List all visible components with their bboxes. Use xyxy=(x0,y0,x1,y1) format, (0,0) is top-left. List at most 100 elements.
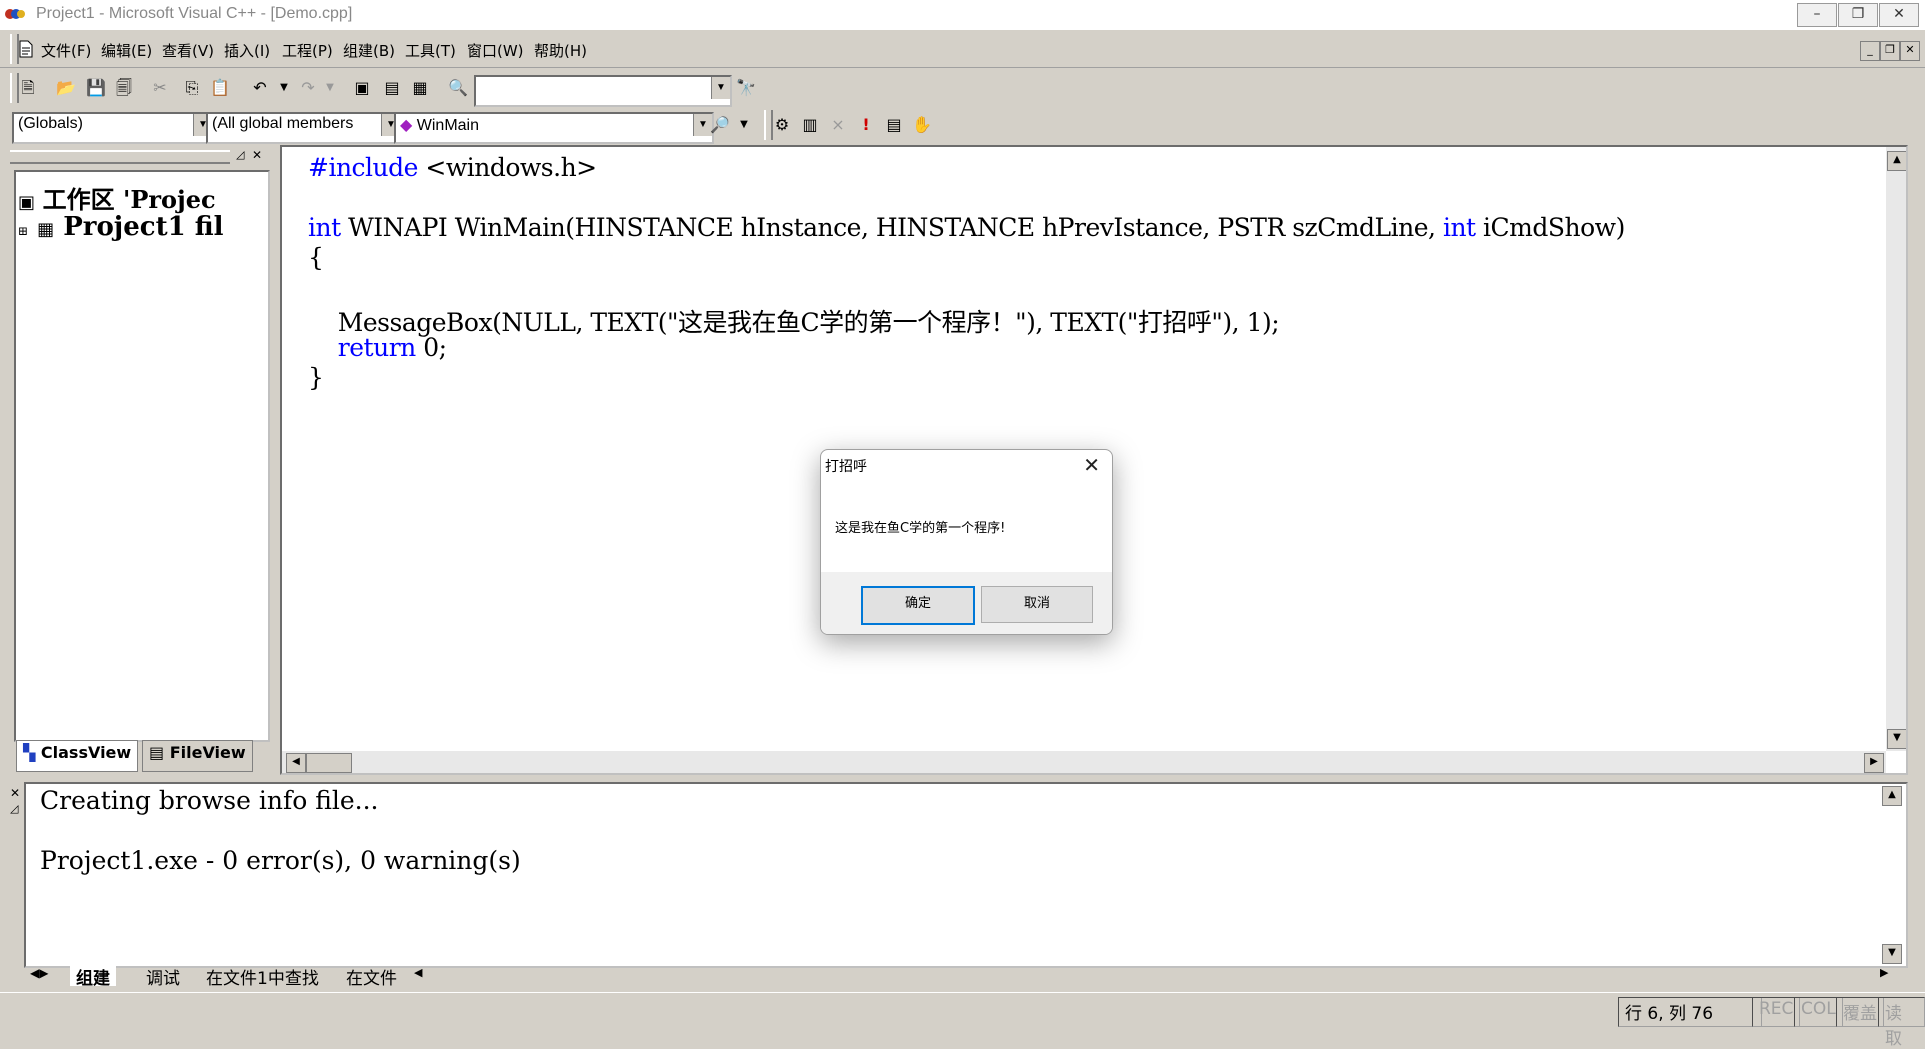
code-line[interactable]: MessageBox(NULL, TEXT("这是我在鱼C学的第一个程序！"),… xyxy=(308,303,1280,339)
menu-view[interactable]: 查看(V) xyxy=(162,40,214,61)
output-text-area[interactable]: Creating browse info file... Project1.ex… xyxy=(24,782,1908,968)
workspace-close-icon[interactable]: ✕ xyxy=(252,148,262,162)
window-title: Project1 - Microsoft Visual C++ - [Demo.… xyxy=(36,5,353,22)
output-hscroll-left-icon[interactable]: ◀ xyxy=(414,966,422,979)
menu-edit[interactable]: 编辑(E) xyxy=(101,40,152,61)
tab-fileview-label: FileView xyxy=(169,743,246,762)
menu-window[interactable]: 窗口(W) xyxy=(467,40,524,61)
output-window-icon[interactable]: ▤ xyxy=(380,77,404,99)
find-in-files-icon[interactable]: 🔍 xyxy=(446,77,470,99)
tree-root[interactable]: ▣ 工作区 'Projec xyxy=(18,180,216,215)
classview-icon: ▚ xyxy=(23,743,36,762)
wizard-bar: (Globals) ▼ (All global members ▼ ◆ WinM… xyxy=(0,107,1925,144)
code-line[interactable]: int WINAPI WinMain(HINSTANCE hInstance, … xyxy=(308,213,1625,242)
scroll-up-icon[interactable]: ▲ xyxy=(1887,151,1906,171)
code-text: #include <windows.h> xyxy=(308,153,597,182)
mdi-close-button[interactable]: ✕ xyxy=(1900,41,1920,61)
dialog-title: 打招呼 xyxy=(825,459,867,475)
workspace-icon: ▣ xyxy=(18,192,36,213)
find-combo-arrow-icon[interactable]: ▼ xyxy=(711,77,730,99)
undo-dropdown-icon[interactable]: ▼ xyxy=(272,77,296,99)
editor-vertical-scrollbar[interactable]: ▲ ▼ xyxy=(1886,147,1906,751)
code-line[interactable]: } xyxy=(308,363,324,392)
menu-tools[interactable]: 工具(T) xyxy=(405,40,456,61)
workspace-panel: ◿ ✕ ▣ 工作区 'Projec ⊞ ▦ Project1 fil ▚ Cla… xyxy=(10,148,270,772)
code-line[interactable]: { xyxy=(308,243,324,272)
paste-icon[interactable]: 📋 xyxy=(208,77,232,99)
tab-classview[interactable]: ▚ ClassView xyxy=(16,740,139,772)
binoculars-icon[interactable]: 🔭 xyxy=(734,77,758,99)
menu-insert[interactable]: 插入(I) xyxy=(224,40,270,61)
workspace-maximize-icon[interactable]: ◿ xyxy=(236,148,244,161)
tree-project-label: Project1 fil xyxy=(63,212,224,242)
close-window-button[interactable]: ✕ xyxy=(1879,3,1919,27)
function-combo[interactable]: ◆ WinMain ▼ xyxy=(394,112,714,144)
include-target: <windows.h> xyxy=(417,153,597,182)
menu-build[interactable]: 组建(B) xyxy=(343,40,395,61)
tab-scroll-left-icon[interactable]: ◀▶ xyxy=(30,966,48,980)
undo-icon[interactable]: ↶ xyxy=(248,77,272,99)
output-scroll-up-icon[interactable]: ▲ xyxy=(1882,786,1902,806)
menu-project[interactable]: 工程(P) xyxy=(282,40,333,61)
workspace-window-icon[interactable]: ▣ xyxy=(350,77,374,99)
compile-icon[interactable]: ⚙ xyxy=(770,114,794,136)
wizard-action-dropdown-icon[interactable]: ▼ xyxy=(732,114,756,136)
mdi-restore-button[interactable]: ❐ xyxy=(1880,41,1900,61)
output-line: Project1.exe - 0 error(s), 0 warning(s) xyxy=(40,846,521,875)
maximize-button[interactable]: ❐ xyxy=(1838,3,1878,27)
tab-fileview[interactable]: ▤ FileView xyxy=(142,740,253,772)
ok-button[interactable]: 确定 xyxy=(861,586,975,625)
output-maximize-icon[interactable]: ◿ xyxy=(10,802,18,815)
menu-help[interactable]: 帮助(H) xyxy=(534,40,587,61)
expand-icon[interactable]: ⊞ xyxy=(18,224,28,238)
tree-project[interactable]: ⊞ ▦ Project1 fil xyxy=(18,212,224,242)
menu-file[interactable]: 文件(F) xyxy=(41,40,91,61)
go-icon[interactable]: ▤ xyxy=(882,114,906,136)
visual-cpp-icon xyxy=(5,9,25,19)
window-list-icon[interactable]: ▦ xyxy=(408,77,432,99)
dialog-close-icon[interactable]: ✕ xyxy=(1083,453,1100,477)
redo-dropdown-icon[interactable]: ▼ xyxy=(318,77,342,99)
build-icon[interactable]: ▥ xyxy=(798,114,822,136)
tab-build[interactable]: 组建 xyxy=(70,964,116,989)
output-scroll-down-icon[interactable]: ▼ xyxy=(1882,944,1902,964)
execute-icon[interactable]: ! xyxy=(854,114,878,136)
find-combo[interactable]: ▼ xyxy=(474,75,732,107)
redo-icon[interactable]: ↷ xyxy=(296,77,320,99)
function-combo-value: WinMain xyxy=(416,117,479,134)
code-line[interactable]: return 0; xyxy=(308,333,447,362)
scroll-down-icon[interactable]: ▼ xyxy=(1887,729,1906,749)
scroll-left-icon[interactable]: ◀ xyxy=(286,753,306,773)
tab-find-in-files-2[interactable]: 在文件 xyxy=(340,964,403,989)
code-keyword: int xyxy=(1442,213,1476,242)
members-combo[interactable]: (All global members ▼ xyxy=(206,112,402,144)
editor-horizontal-scrollbar[interactable]: ◀ ▶ xyxy=(282,751,1886,773)
workspace-drag-bar[interactable] xyxy=(10,150,230,164)
tab-find-in-files-1[interactable]: 在文件1中查找 xyxy=(200,964,325,989)
code-text: 0; xyxy=(415,333,447,362)
cursor-position: 行 6, 列 76 xyxy=(1618,997,1762,1027)
tab-debug[interactable]: 调试 xyxy=(140,964,186,989)
mdi-minimize-button[interactable]: _ xyxy=(1860,41,1880,61)
save-all-icon[interactable]: 🗐 xyxy=(112,77,136,99)
output-hscroll-right-icon[interactable]: ▶ xyxy=(1880,966,1888,979)
code-keyword: int xyxy=(308,213,341,242)
code-line[interactable]: #include <windows.h> xyxy=(308,153,597,182)
output-close-icon[interactable]: ✕ xyxy=(10,786,20,800)
new-file-icon[interactable]: 🗎 xyxy=(16,77,40,99)
tab-classview-label: ClassView xyxy=(40,743,132,762)
scroll-thumb[interactable] xyxy=(306,753,352,773)
class-combo[interactable]: (Globals) ▼ xyxy=(12,112,214,144)
copy-icon[interactable]: ⎘ xyxy=(180,77,204,99)
save-icon[interactable]: 💾 xyxy=(84,77,108,99)
stop-build-icon[interactable]: ⨯ xyxy=(826,114,850,136)
minimize-button[interactable]: – xyxy=(1797,3,1837,27)
cut-icon[interactable]: ✂ xyxy=(148,77,172,99)
overwrite-indicator: 覆盖 xyxy=(1836,997,1884,1027)
open-folder-icon[interactable]: 📂 xyxy=(54,77,78,99)
scroll-right-icon[interactable]: ▶ xyxy=(1864,753,1884,773)
status-bar: 行 6, 列 76 REC COL 覆盖 读取 xyxy=(0,992,1925,1049)
cancel-button[interactable]: 取消 xyxy=(981,586,1093,623)
breakpoint-hand-icon[interactable]: ✋ xyxy=(910,114,934,136)
wizard-action-icon[interactable]: 🔎 xyxy=(708,114,732,136)
